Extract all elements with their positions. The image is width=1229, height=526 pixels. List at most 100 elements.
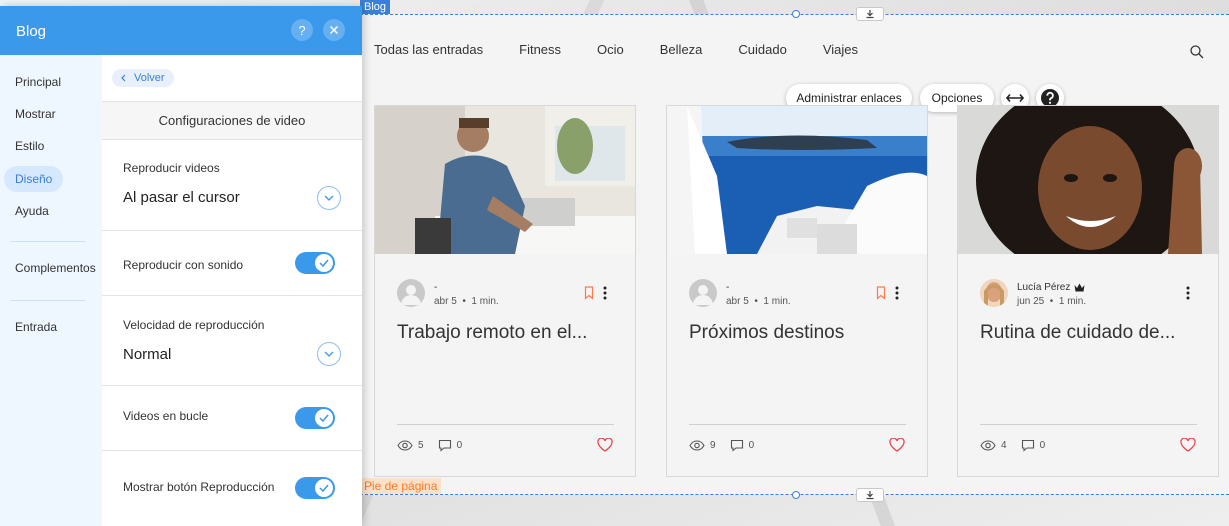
post-meta: abr 5 • 1 min. [726, 296, 791, 307]
play-videos-label: Reproducir videos [123, 161, 220, 175]
bottom-resize-handle[interactable] [792, 491, 800, 499]
chevron-down-icon [324, 195, 334, 201]
post-card[interactable]: - abr 5 • 1 min. Trabajo remoto en el...… [374, 105, 636, 477]
post-author[interactable]: - [726, 282, 729, 293]
close-icon [329, 25, 339, 35]
back-label: Volver [134, 72, 165, 84]
side-nav-mostrar[interactable]: Mostrar [4, 101, 67, 127]
speed-dropdown[interactable] [317, 342, 341, 366]
read-time: 1 min. [1058, 296, 1087, 307]
side-nav-divider [10, 241, 85, 242]
post-meta: abr 5 • 1 min. [434, 296, 499, 307]
nav-all-posts[interactable]: Todas las entradas [374, 42, 483, 62]
search-icon[interactable] [1189, 44, 1205, 60]
card-divider [980, 424, 1197, 425]
more-vertical-icon[interactable] [1185, 285, 1191, 301]
toggle-knob [315, 479, 333, 497]
card-divider [397, 424, 614, 425]
post-title[interactable]: Trabajo remoto en el... [397, 322, 587, 344]
author-name[interactable]: - [434, 282, 437, 293]
check-icon [319, 484, 329, 492]
download-icon [866, 491, 874, 500]
download-anchor-bottom[interactable] [856, 488, 884, 502]
nav-cuidado[interactable]: Cuidado [738, 42, 786, 62]
post-cover-image [375, 106, 635, 254]
post-stats: 9 0 [689, 439, 768, 452]
back-button[interactable]: Volver [112, 69, 174, 87]
panel-title: Blog [16, 23, 47, 40]
show-play-setting: Mostrar botón Reproducción [102, 451, 362, 517]
play-videos-dropdown[interactable] [317, 186, 341, 210]
view-count: 5 [418, 440, 424, 451]
nav-viajes[interactable]: Viajes [823, 42, 858, 62]
heart-icon[interactable] [889, 438, 905, 452]
speed-setting: Velocidad de reproducción Normal [102, 296, 362, 386]
panel-close-button[interactable] [323, 19, 345, 41]
comment-count: 0 [748, 440, 755, 451]
post-card[interactable]: Lucía Pérez jun 25 • 1 min. Rutina de cu… [957, 105, 1219, 477]
post-meta: jun 25 • 1 min. [1017, 296, 1087, 307]
side-nav-principal[interactable]: Principal [4, 69, 72, 95]
side-nav-ayuda[interactable]: Ayuda [4, 198, 60, 224]
panel-side-nav: Principal Mostrar Estilo Diseño Ayuda Co… [0, 55, 102, 526]
eye-icon [689, 440, 705, 451]
show-play-toggle[interactable] [295, 477, 335, 499]
check-icon [319, 414, 329, 422]
play-videos-value[interactable]: Al pasar el cursor [123, 189, 240, 206]
download-anchor-top[interactable] [856, 7, 884, 21]
toggle-knob [315, 409, 333, 427]
post-date: abr 5 [434, 296, 457, 307]
post-author[interactable]: Lucía Pérez [1017, 282, 1085, 293]
footer-section-tag[interactable]: Pie de página [360, 478, 442, 494]
loop-label: Videos en bucle [123, 409, 209, 423]
eye-icon [980, 440, 996, 451]
blog-settings-panel: Blog ? Principal Mostrar Estilo Diseño A… [0, 6, 362, 526]
avatar[interactable] [980, 279, 1008, 307]
download-icon [866, 10, 874, 19]
post-author[interactable]: - [434, 282, 437, 293]
side-nav-entrada[interactable]: Entrada [4, 314, 68, 340]
top-resize-handle[interactable] [792, 10, 800, 18]
sound-toggle[interactable] [295, 252, 335, 274]
bookmark-icon[interactable] [584, 286, 594, 300]
panel-header[interactable]: Blog ? [0, 6, 362, 55]
avatar[interactable] [689, 279, 717, 307]
post-stats: 5 0 [397, 439, 476, 452]
heart-icon[interactable] [597, 438, 613, 452]
post-cover-image [958, 106, 1218, 254]
nav-ocio[interactable]: Ocio [597, 42, 624, 62]
side-nav-estilo[interactable]: Estilo [4, 133, 55, 159]
author-name[interactable]: Lucía Pérez [1017, 282, 1070, 293]
chevron-left-icon [121, 74, 126, 82]
bookmark-icon[interactable] [876, 286, 886, 300]
view-count: 9 [710, 440, 716, 451]
sound-label: Reproducir con sonido [123, 258, 244, 272]
heart-icon[interactable] [1180, 438, 1196, 452]
nav-belleza[interactable]: Belleza [660, 42, 703, 62]
loop-setting: Videos en bucle [102, 386, 362, 451]
author-name[interactable]: - [726, 282, 729, 293]
side-nav-complementos[interactable]: Complementos [4, 255, 107, 281]
more-vertical-icon[interactable] [894, 285, 900, 301]
speed-value[interactable]: Normal [123, 346, 171, 363]
blog-section-tag[interactable]: Blog [360, 0, 391, 14]
comment-count: 0 [1039, 440, 1046, 451]
panel-help-button[interactable]: ? [291, 19, 313, 41]
read-time: 1 min. [763, 296, 791, 307]
video-settings-title: Configuraciones de video [102, 101, 362, 140]
avatar[interactable] [397, 279, 425, 307]
post-date: jun 25 [1017, 296, 1045, 307]
post-title[interactable]: Próximos destinos [689, 322, 844, 344]
post-cover-image [667, 106, 927, 254]
read-time: 1 min. [471, 296, 499, 307]
show-play-label: Mostrar botón Reproducción [123, 480, 275, 494]
loop-toggle[interactable] [295, 407, 335, 429]
nav-fitness[interactable]: Fitness [519, 42, 561, 62]
more-vertical-icon[interactable] [602, 285, 608, 301]
side-nav-diseno[interactable]: Diseño [4, 166, 64, 192]
view-count: 4 [1001, 440, 1007, 451]
post-title[interactable]: Rutina de cuidado de... [980, 322, 1175, 344]
stretch-horizontal-icon [1006, 93, 1024, 103]
post-card[interactable]: - abr 5 • 1 min. Próximos destinos 9 0 [666, 105, 928, 477]
default-avatar-icon [693, 285, 713, 305]
